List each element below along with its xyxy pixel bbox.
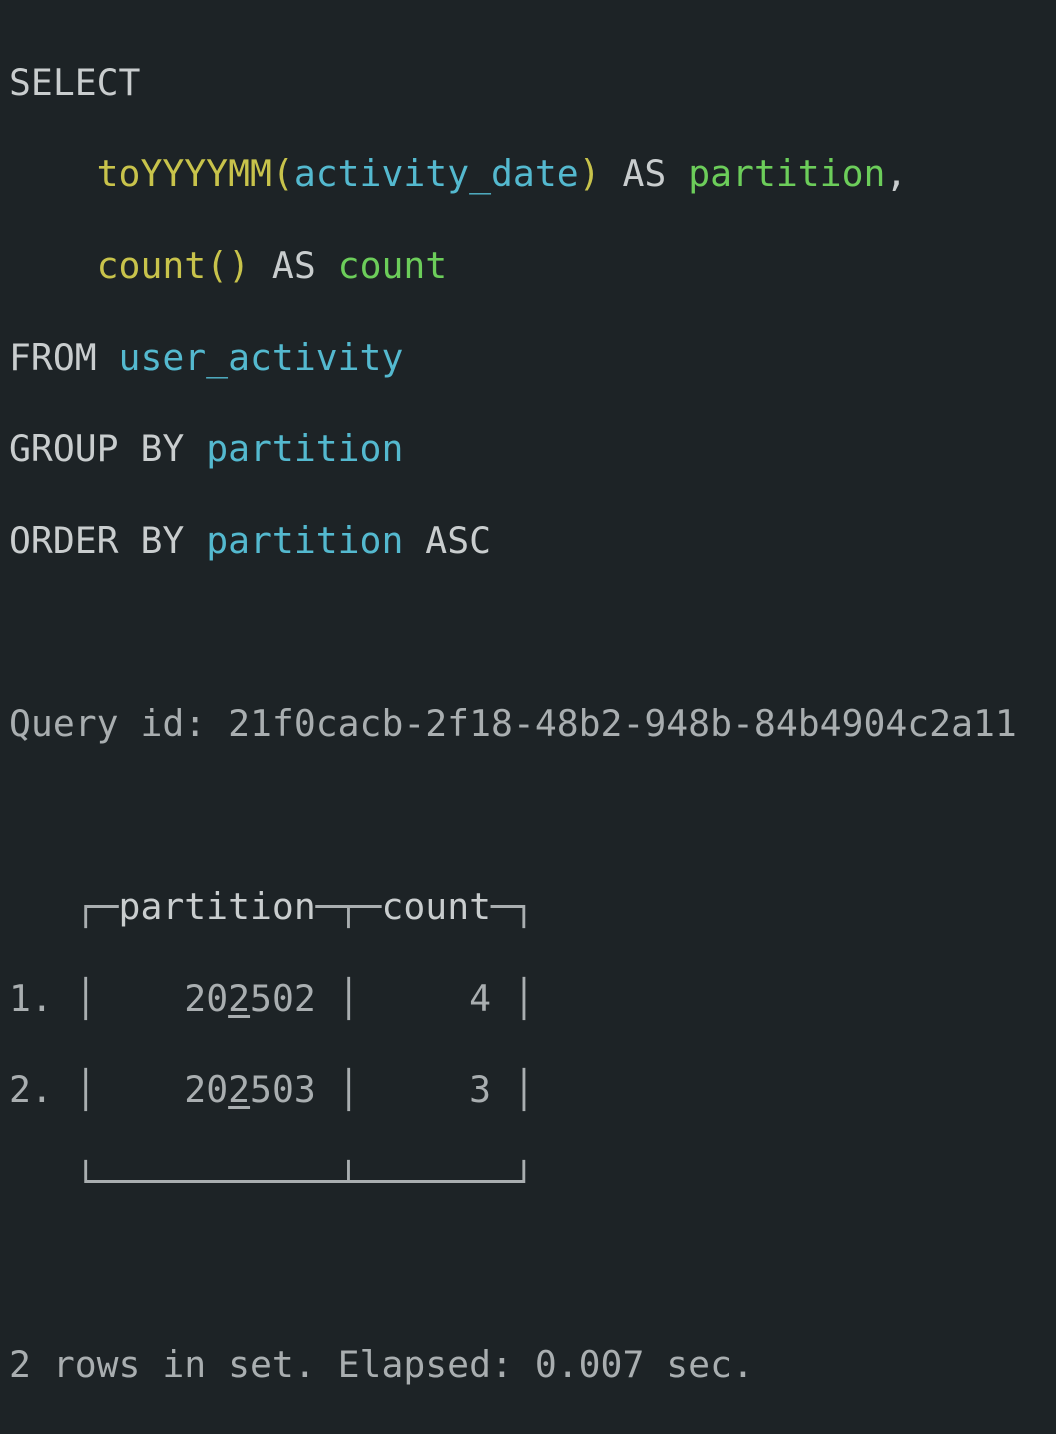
from-keyword: FROM (9, 335, 119, 379)
query-id-line: Query id: 21f0cacb-2f18-48b2-948b-84b490… (9, 701, 1017, 747)
activity-date-column: activity_date (293, 152, 579, 196)
query-line-from: FROM user_activity (9, 335, 1017, 381)
query-line-partition-expr: toYYYYMM(activity_date) AS partition, (9, 151, 1017, 197)
query-id-value: 21f0cacb-2f18-48b2-948b-84b4904c2a11 (228, 701, 1017, 745)
table-row: 1. │ 202502 │ 4 │ (9, 976, 535, 1020)
order-by-column: partition (206, 518, 404, 562)
row-number: 2. (9, 1068, 53, 1112)
group-by-keyword: GROUP BY (9, 427, 207, 471)
as-keyword: AS (250, 243, 338, 287)
select-keyword: SELECT (9, 60, 141, 104)
closing-paren: ) (578, 152, 601, 196)
column-header-partition: partition (118, 885, 316, 929)
partition-alias: partition (688, 152, 886, 196)
order-by-keyword: ORDER BY (9, 518, 207, 562)
elapsed-summary: 2 rows in set. Elapsed: 0.007 sec. (9, 1343, 754, 1387)
as-keyword: AS (600, 152, 689, 196)
table-name: user_activity (118, 335, 404, 379)
partition-cell: 202503 (184, 1068, 316, 1112)
comma: , (885, 152, 908, 196)
query-id-label: Query id: (9, 701, 229, 745)
count-cell: 3 (469, 1068, 492, 1112)
query-line-count-expr: count() AS count (9, 243, 1017, 289)
partition-cell: 202502 (184, 976, 316, 1020)
group-by-column: partition (206, 427, 404, 471)
column-header-count: count (381, 885, 492, 929)
query-line-order-by: ORDER BY partition ASC (9, 518, 1017, 564)
count-cell: 4 (469, 976, 492, 1020)
count-alias: count (337, 243, 448, 287)
summary-line: 2 rows in set. Elapsed: 0.007 sec. (9, 1342, 1017, 1388)
table-row: 2. │ 202503 │ 3 │ (9, 1068, 535, 1112)
query-line-group-by: GROUP BY partition (9, 426, 1017, 472)
toyyyymm-function: toYYYYMM( (96, 152, 294, 196)
count-function: count() (96, 243, 251, 287)
terminal-output: SELECT toYYYYMM(activity_date) AS partit… (9, 14, 1017, 1434)
result-table-header: ┌─partition─┬─count─┐ (9, 885, 535, 929)
result-table-footer: └───────────┴───────┘ (9, 1159, 535, 1203)
query-line-select: SELECT (9, 60, 1017, 106)
row-number: 1. (9, 976, 53, 1020)
asc-keyword: ASC (403, 518, 492, 562)
